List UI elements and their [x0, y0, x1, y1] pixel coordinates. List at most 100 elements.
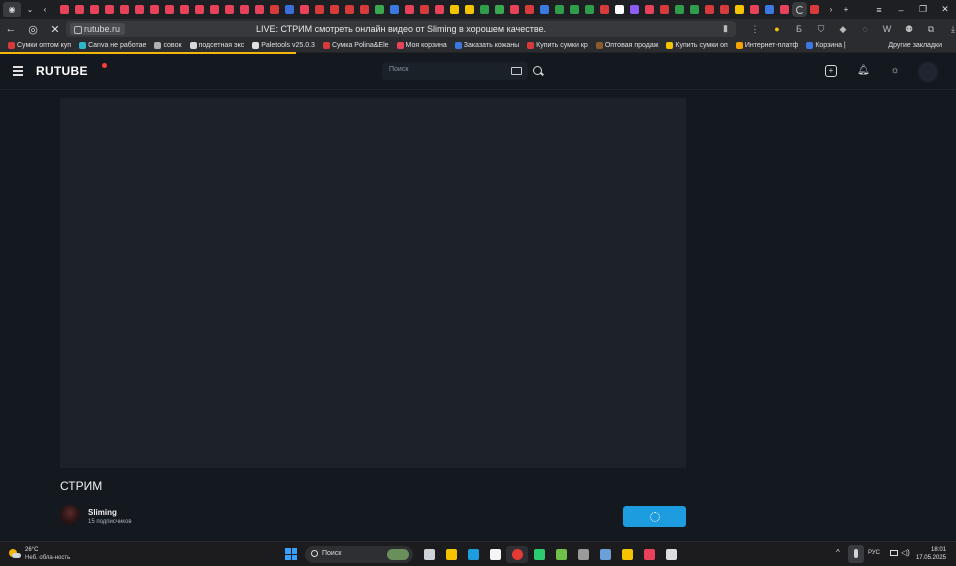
browser-tab[interactable] — [297, 2, 312, 17]
browser-tab[interactable] — [147, 2, 162, 17]
bookmark-item[interactable]: Сумки оптом куп — [8, 42, 71, 49]
channel-name[interactable]: Sliming — [88, 508, 117, 517]
browser-tab[interactable] — [342, 2, 357, 17]
tab-menu-icon[interactable]: ≡ — [868, 5, 890, 15]
browser-tab[interactable] — [102, 2, 117, 17]
browser-tab[interactable] — [327, 2, 342, 17]
chrome-icon[interactable] — [616, 546, 638, 563]
browser-tab[interactable] — [357, 2, 372, 17]
display-icon[interactable] — [890, 550, 898, 556]
browser-tab[interactable] — [627, 2, 642, 17]
bookmark-icon[interactable]: ▮ — [723, 23, 728, 34]
edge-icon[interactable] — [462, 546, 484, 563]
app-icon[interactable] — [572, 546, 594, 563]
bookmark-item[interactable]: совок — [154, 42, 182, 49]
browser-tab[interactable] — [432, 2, 447, 17]
bookmark-item[interactable]: Canva не работае — [79, 42, 146, 49]
extension-w-icon[interactable]: W — [876, 24, 898, 34]
subscribe-button[interactable] — [623, 506, 686, 527]
search-input[interactable]: Поиск — [382, 62, 528, 80]
browser-tab[interactable] — [657, 2, 672, 17]
browser-tab[interactable] — [492, 2, 507, 17]
protect-icon[interactable]: ◎ — [22, 23, 44, 36]
browser-tab[interactable] — [372, 2, 387, 17]
yandex-browser-icon[interactable] — [506, 546, 528, 563]
stop-loading-icon[interactable]: ✕ — [44, 23, 66, 36]
search-icon[interactable] — [533, 66, 542, 75]
browser-tab[interactable] — [117, 2, 132, 17]
keyboard-language[interactable]: РУС — [868, 550, 880, 556]
minecraft-icon[interactable] — [550, 546, 572, 563]
channel-avatar[interactable] — [60, 505, 80, 525]
browser-tab[interactable] — [582, 2, 597, 17]
bookmark-item[interactable]: Заказать кожаны — [454, 42, 519, 49]
minimize-icon[interactable]: – — [890, 5, 912, 15]
browser-tab[interactable] — [612, 2, 627, 17]
game-icon[interactable] — [638, 546, 660, 563]
rutube-logo[interactable]: RUTUBE — [36, 64, 88, 78]
browser-tab[interactable] — [732, 2, 747, 17]
download-icon[interactable]: ⤓ — [942, 24, 956, 35]
browser-tab[interactable] — [417, 2, 432, 17]
browser-tab[interactable] — [537, 2, 552, 17]
browser-tab[interactable] — [87, 2, 102, 17]
taskbar-search[interactable]: Поиск — [305, 546, 413, 563]
bookmark-item[interactable]: Интернет-платф — [735, 42, 798, 49]
address-bar[interactable]: rutube.ru LIVE: СТРИМ смотреть онлайн ви… — [66, 21, 736, 37]
bookmark-item[interactable]: Paletools v25.0.3 — [252, 42, 315, 49]
extension-circle-icon[interactable]: ◌ — [854, 24, 876, 34]
browser-tab[interactable] — [507, 2, 522, 17]
microphone-icon[interactable] — [848, 545, 864, 563]
bookmark-item[interactable]: Купить сумки кр — [527, 42, 588, 49]
tabs-scroll-right-icon[interactable]: › — [825, 2, 837, 17]
user-avatar[interactable] — [918, 62, 938, 82]
obs-icon[interactable] — [660, 546, 682, 563]
browser-tab[interactable] — [192, 2, 207, 17]
browser-tab[interactable] — [702, 2, 717, 17]
browser-tab[interactable] — [72, 2, 87, 17]
browser-tab[interactable] — [552, 2, 567, 17]
whatsapp-icon[interactable] — [528, 546, 550, 563]
bookmark-item[interactable]: подсетная экс — [189, 42, 244, 49]
extension-b-icon[interactable]: Б — [788, 24, 810, 34]
bookmark-item[interactable]: Сумка Polina&Ele — [322, 42, 389, 49]
back-icon[interactable]: ← — [0, 23, 22, 35]
browser-tab[interactable] — [447, 2, 462, 17]
tabs-scroll-left-icon[interactable]: ‹ — [39, 2, 51, 17]
browser-tab[interactable] — [252, 2, 267, 17]
extension-coin-icon[interactable]: ● — [766, 24, 788, 34]
browser-tab[interactable] — [237, 2, 252, 17]
theme-icon[interactable]: ☼ — [889, 65, 901, 77]
weather-icon[interactable] — [9, 548, 21, 560]
restore-icon[interactable]: ❐ — [912, 4, 934, 15]
browser-tab[interactable] — [807, 2, 822, 17]
browser-tab[interactable] — [162, 2, 177, 17]
browser-tab[interactable] — [267, 2, 282, 17]
extension-gem-icon[interactable]: ◆ — [832, 24, 854, 35]
bookmark-item[interactable]: Купить сумки оп — [666, 42, 728, 49]
browser-tab[interactable] — [567, 2, 582, 17]
browser-tab[interactable] — [717, 2, 732, 17]
new-tab-icon[interactable]: + — [840, 2, 852, 17]
clock-date[interactable]: 17.05.2025 — [916, 555, 946, 561]
browser-tab[interactable] — [207, 2, 222, 17]
close-window-icon[interactable]: ✕ — [934, 4, 956, 15]
browser-menu-icon[interactable]: ◉ — [3, 2, 21, 17]
upload-icon[interactable]: + — [825, 65, 837, 77]
more-menu-icon[interactable]: ⋮ — [744, 24, 766, 35]
screenshot-icon[interactable]: ⧉ — [920, 24, 942, 35]
clock-time[interactable]: 18:01 — [931, 547, 946, 553]
weather-description[interactable]: Неб. обла-ность — [25, 555, 70, 561]
bookmark-item[interactable]: Оптовая продаж — [595, 42, 658, 49]
store-icon[interactable] — [484, 546, 506, 563]
browser-tab[interactable] — [57, 2, 72, 17]
browser-tab[interactable] — [762, 2, 777, 17]
video-player[interactable] — [60, 98, 686, 468]
keyboard-icon[interactable] — [511, 67, 522, 75]
bell-icon[interactable]: 🔔︎ — [857, 65, 870, 77]
browser-tab[interactable] — [672, 2, 687, 17]
extension-shield-icon[interactable]: ⛉ — [810, 24, 832, 35]
browser-tab[interactable] — [387, 2, 402, 17]
start-icon[interactable] — [285, 548, 297, 560]
volume-icon[interactable]: ◁) — [901, 548, 910, 557]
